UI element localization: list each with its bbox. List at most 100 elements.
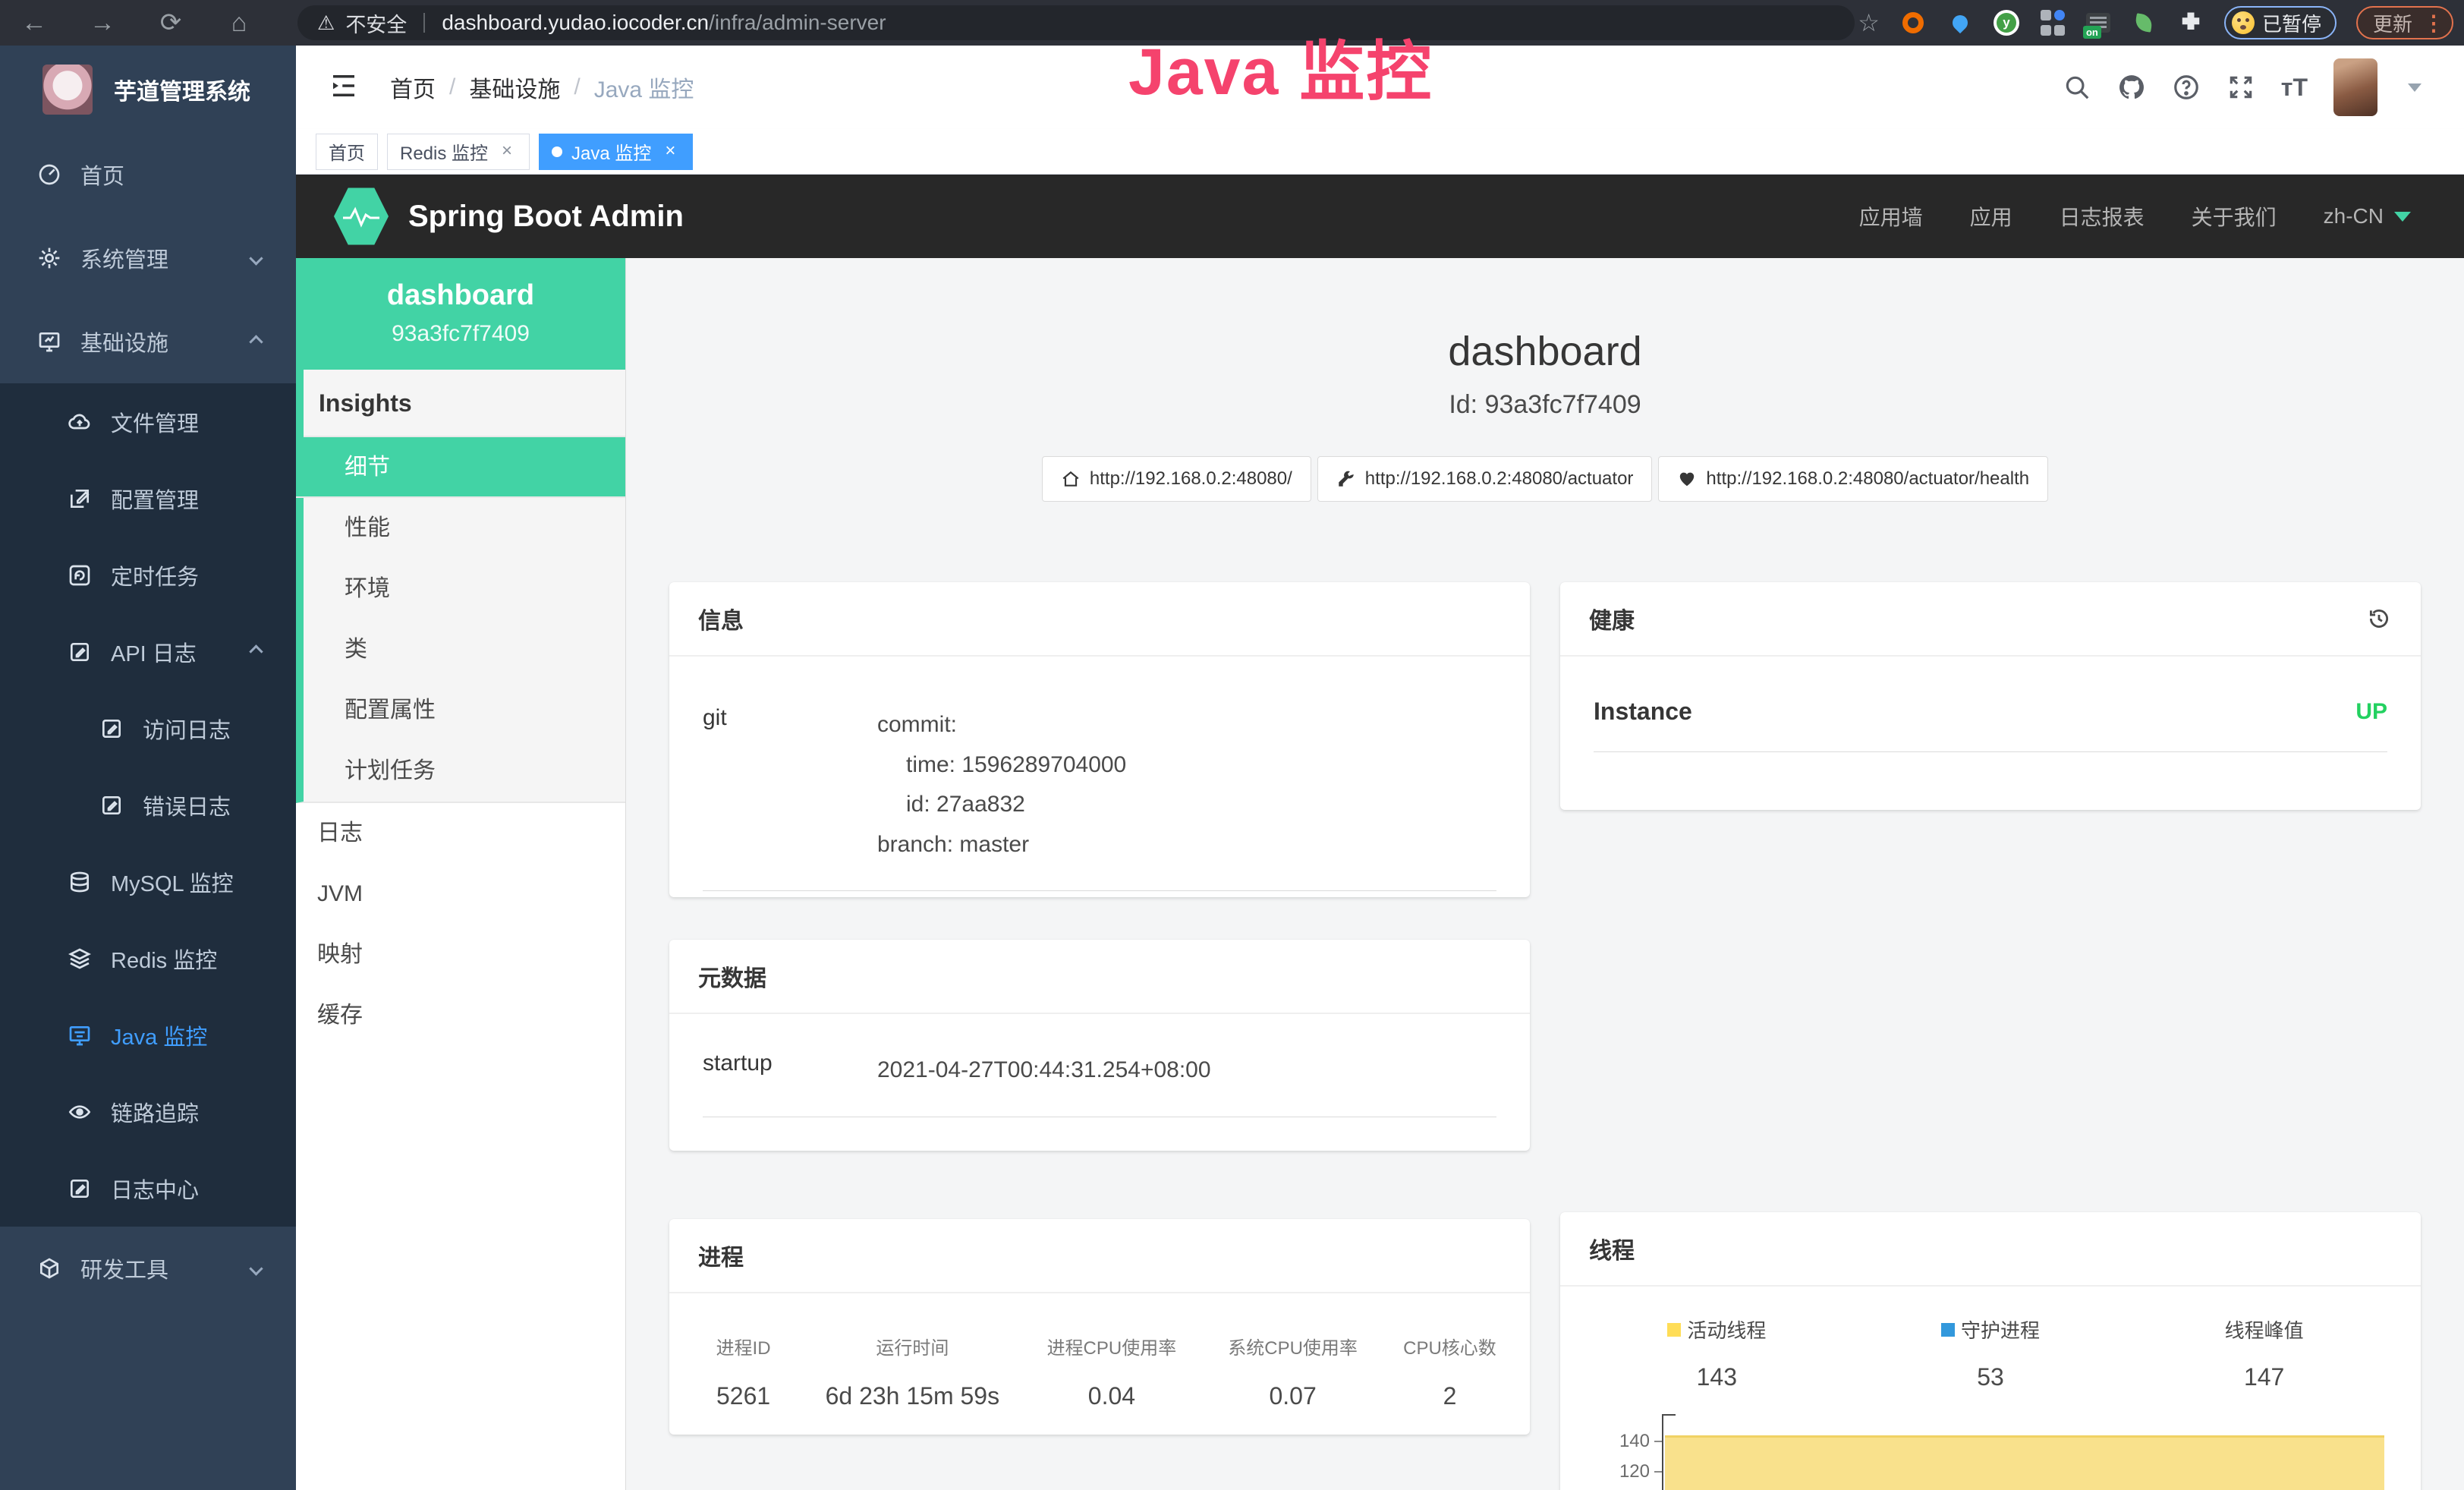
app-logo: [42, 65, 93, 115]
topbar-actions: тT: [2063, 58, 2464, 116]
home-icon[interactable]: ⌂: [205, 8, 273, 38]
app-sidebar: 芋道管理系统 首页 系统管理 基础设施: [0, 46, 296, 1490]
monitor-icon: [32, 329, 67, 354]
service-url-button[interactable]: http://192.168.0.2:48080/: [1042, 456, 1311, 502]
process-card-title: 进程: [698, 1239, 744, 1272]
extension-orange-icon[interactable]: [1899, 9, 1927, 36]
process-table: 进程ID 运行时间 进程CPU使用率 系统CPU使用率 CPU核心数 5261 …: [683, 1313, 1516, 1433]
status-badge: UP: [2355, 699, 2387, 725]
github-icon[interactable]: [2117, 73, 2146, 102]
bookmark-star-icon[interactable]: ☆: [1858, 8, 1880, 37]
sba-item-environment[interactable]: 环境: [304, 559, 625, 619]
help-icon[interactable]: [2172, 73, 2201, 102]
fullscreen-icon[interactable]: [2226, 73, 2255, 102]
sidebar-item-infrastructure[interactable]: 基础设施: [0, 300, 296, 383]
search-icon[interactable]: [2063, 73, 2091, 102]
chevron-down-icon: [249, 251, 263, 265]
metadata-card: 元数据 startup 2021-04-27T00:44:31.254+08:0…: [669, 940, 1530, 1151]
sidebar-item-dev-tools[interactable]: 研发工具: [0, 1227, 296, 1310]
breadcrumb-infrastructure[interactable]: 基础设施: [469, 71, 560, 104]
extension-y-icon[interactable]: y: [1994, 10, 2019, 36]
sba-item-caches[interactable]: 缓存: [296, 985, 625, 1046]
sidebar-item-error-logs[interactable]: 错误日志: [0, 767, 296, 843]
font-size-icon[interactable]: тT: [2281, 74, 2308, 102]
security-warning-icon: ⚠: [317, 11, 335, 35]
sidebar-item-scheduled-jobs[interactable]: 定时任务: [0, 537, 296, 613]
sidebar-item-home[interactable]: 首页: [0, 133, 296, 216]
address-bar[interactable]: ⚠ 不安全 dashboard.yudao.iocoder.cn/infra/a…: [297, 5, 1855, 40]
sba-language-select[interactable]: zh-CN: [2324, 204, 2411, 228]
process-val-cpus: 2: [1383, 1382, 1516, 1410]
tag-java-monitor[interactable]: Java 监控: [539, 134, 693, 170]
screen: ← → ⟳ ⌂ ⚠ 不安全 dashboard.yudao.iocoder.cn…: [0, 0, 2464, 1490]
info-card: 信息 git commit: time: 1596289704000 id: 2…: [669, 582, 1530, 897]
sidebar-item-log-center[interactable]: 日志中心: [0, 1150, 296, 1227]
close-icon[interactable]: [660, 142, 680, 162]
chevron-up-icon: [249, 335, 263, 348]
sidebar-item-system-mgmt[interactable]: 系统管理: [0, 216, 296, 300]
threads-legend: 活动线程 143 守护进程 53 线程峰值 147: [1580, 1303, 2401, 1391]
sba-item-logs[interactable]: 日志: [296, 803, 625, 864]
sidebar-item-config-mgmt[interactable]: 配置管理: [0, 460, 296, 537]
user-avatar[interactable]: [2333, 58, 2377, 116]
sidebar-item-file-mgmt[interactable]: 文件管理: [0, 383, 296, 460]
extension-pin-icon[interactable]: [1946, 9, 1974, 36]
sba-item-mappings[interactable]: 映射: [296, 925, 625, 985]
sba-app-header: dashboard 93a3fc7f7409: [296, 258, 625, 370]
sidebar-item-access-logs[interactable]: 访问日志: [0, 690, 296, 767]
info-row-label: git: [703, 705, 877, 865]
sba-nav-journal[interactable]: 日志报表: [2060, 201, 2145, 232]
sidebar-item-mysql-monitor[interactable]: MySQL 监控: [0, 843, 296, 920]
actuator-url-button[interactable]: http://192.168.0.2:48080/actuator: [1317, 456, 1653, 502]
tag-redis-monitor[interactable]: Redis 监控: [387, 134, 530, 170]
timer-icon: [62, 563, 97, 587]
legend-live-threads: 活动线程 143: [1580, 1315, 1854, 1391]
breadcrumb-home[interactable]: 首页: [390, 71, 436, 104]
info-card-title: 信息: [698, 602, 744, 635]
reload-icon[interactable]: ⟳: [137, 8, 205, 38]
process-val-proc-cpu: 0.04: [1021, 1382, 1203, 1410]
browser-update-button[interactable]: 更新 ⋮: [2356, 6, 2453, 39]
gear-icon: [32, 246, 67, 270]
face-emoji-icon: [2232, 11, 2255, 34]
sba-item-jvm[interactable]: JVM: [296, 864, 625, 925]
browser-menu-icon[interactable]: ⋮: [2423, 11, 2444, 36]
history-icon[interactable]: [2366, 606, 2392, 632]
health-url-button[interactable]: http://192.168.0.2:48080/actuator/health: [1658, 456, 2048, 502]
extension-on-icon[interactable]: on: [2086, 13, 2110, 33]
sba-nav-about[interactable]: 关于我们: [2192, 201, 2277, 232]
sidebar-item-redis-monitor[interactable]: Redis 监控: [0, 920, 296, 997]
sidebar-item-java-monitor[interactable]: Java 监控: [0, 997, 296, 1073]
paused-extension-badge[interactable]: 已暂停: [2224, 6, 2337, 39]
edit-icon: [62, 487, 97, 511]
paused-label: 已暂停: [2262, 9, 2321, 37]
extension-leaf-icon[interactable]: [2130, 9, 2157, 36]
collapse-menu-icon[interactable]: [328, 70, 360, 106]
metadata-row-label: startup: [703, 1051, 877, 1091]
sba-nav-wallboard[interactable]: 应用墙: [1859, 201, 1923, 232]
tag-home[interactable]: 首页: [316, 134, 378, 170]
sba-nav-applications[interactable]: 应用: [1970, 201, 2012, 232]
instance-header: dashboard Id: 93a3fc7f7409 http://192.16…: [626, 258, 2464, 502]
extensions-puzzle-icon[interactable]: [2177, 9, 2204, 36]
browser-extensions: ☆ y on 已暂停 更新 ⋮: [1858, 0, 2453, 46]
process-val-uptime: 6d 23h 15m 59s: [804, 1382, 1021, 1410]
sidebar-item-tracing[interactable]: 链路追踪: [0, 1073, 296, 1150]
legend-swatch-yellow: [1667, 1323, 1681, 1337]
extension-grid-icon[interactable]: [2039, 9, 2066, 36]
home-icon: [1061, 469, 1081, 489]
sba-item-config-props[interactable]: 配置属性: [304, 680, 625, 741]
sba-item-details[interactable]: 细节: [296, 437, 625, 498]
sba-item-classes[interactable]: 类: [304, 619, 625, 680]
breadcrumb-separator: /: [449, 74, 455, 100]
sba-item-metrics[interactable]: 性能: [304, 498, 625, 559]
sba-sidebar: dashboard 93a3fc7f7409 Insights 细节 性能 环境…: [296, 258, 626, 1490]
sba-nav: 应用墙 应用 日志报表 关于我们 zh-CN: [1859, 201, 2464, 232]
sidebar-item-api-logs[interactable]: API 日志: [0, 613, 296, 690]
avatar-caret-icon[interactable]: [2408, 83, 2422, 92]
forward-icon[interactable]: →: [68, 8, 137, 38]
sba-item-scheduled-tasks[interactable]: 计划任务: [304, 741, 625, 802]
url-domain: dashboard.yudao.iocoder.cn: [442, 11, 709, 35]
back-icon[interactable]: ←: [0, 8, 68, 38]
close-icon[interactable]: [497, 142, 517, 162]
